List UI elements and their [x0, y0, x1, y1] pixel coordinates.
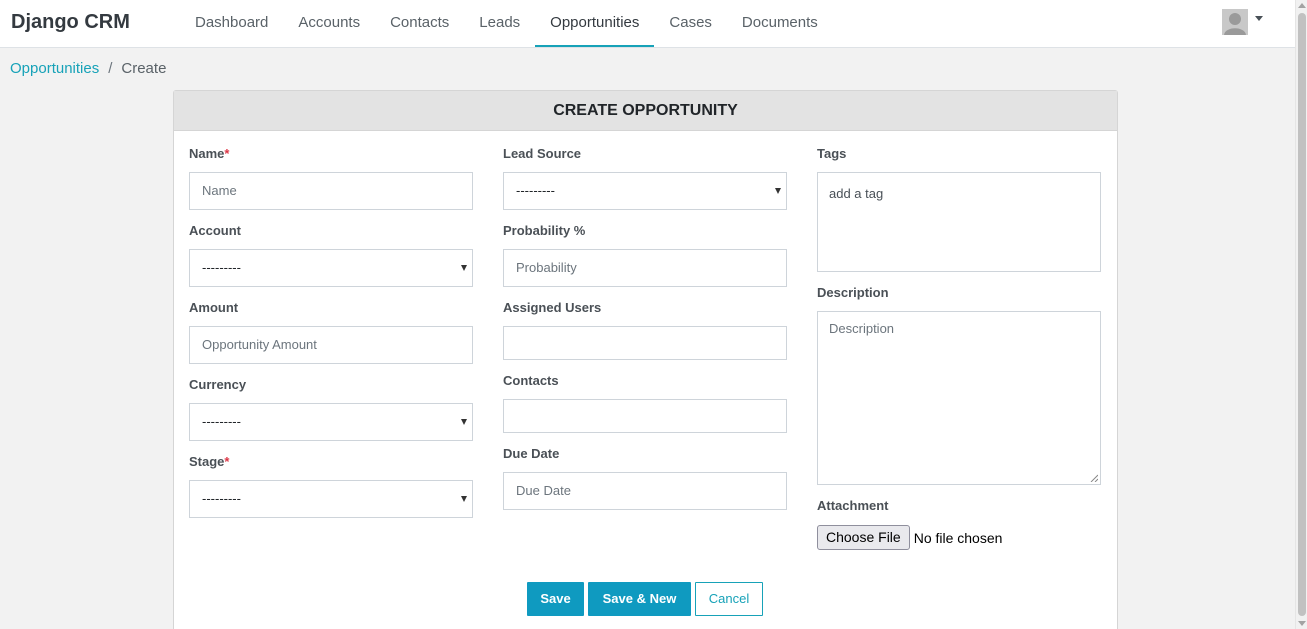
breadcrumb-current: Create — [121, 60, 167, 77]
breadcrumb-separator: / — [108, 60, 113, 77]
assigned-users-input[interactable] — [503, 326, 787, 360]
breadcrumb: Opportunities / Create — [10, 60, 166, 77]
attachment-field: Choose File No file chosen — [817, 525, 1002, 550]
tags-label: Tags — [817, 146, 847, 161]
due-date-input[interactable]: Due Date — [503, 472, 787, 510]
contacts-input[interactable] — [503, 399, 787, 433]
tags-input[interactable]: add a tag — [817, 172, 1101, 272]
user-menu[interactable] — [1222, 9, 1263, 35]
main-nav: Dashboard Accounts Contacts Leads Opport… — [180, 0, 833, 47]
currency-select[interactable]: --------- — [189, 403, 473, 441]
name-label: Name* — [189, 146, 230, 161]
contacts-label: Contacts — [503, 373, 559, 388]
description-label: Description — [817, 285, 889, 300]
probability-label: Probability % — [503, 223, 586, 238]
top-navbar: Django CRM Dashboard Accounts Contacts L… — [0, 0, 1295, 48]
dropdown-arrow-icon — [461, 265, 467, 271]
scroll-thumb[interactable] — [1298, 13, 1306, 616]
due-date-label: Due Date — [503, 446, 560, 461]
nav-leads[interactable]: Leads — [464, 0, 535, 47]
scroll-up-icon[interactable] — [1298, 3, 1306, 8]
dropdown-arrow-icon — [775, 188, 781, 194]
probability-input[interactable]: Probability — [503, 249, 787, 287]
amount-label: Amount — [189, 300, 239, 315]
description-textarea[interactable]: Description — [817, 311, 1101, 485]
brand-logo[interactable]: Django CRM — [11, 11, 130, 34]
dropdown-arrow-icon — [461, 419, 467, 425]
nav-contacts[interactable]: Contacts — [375, 0, 464, 47]
file-status: No file chosen — [913, 529, 1003, 546]
nav-accounts[interactable]: Accounts — [283, 0, 375, 47]
stage-select[interactable]: --------- — [189, 480, 473, 518]
required-mark: * — [224, 454, 230, 469]
nav-cases[interactable]: Cases — [654, 0, 727, 47]
stage-label: Stage* — [189, 454, 230, 469]
lead-source-select[interactable]: --------- — [503, 172, 787, 210]
page-scrollbar[interactable] — [1295, 0, 1307, 629]
required-mark: * — [224, 146, 230, 161]
choose-file-button[interactable]: Choose File — [817, 525, 910, 550]
card-title: CREATE OPPORTUNITY — [174, 91, 1117, 131]
breadcrumb-opportunities[interactable]: Opportunities — [10, 60, 99, 77]
chevron-down-icon — [1255, 15, 1263, 21]
nav-documents[interactable]: Documents — [727, 0, 833, 47]
scroll-down-icon[interactable] — [1298, 621, 1306, 626]
cancel-button[interactable]: Cancel — [695, 582, 763, 616]
amount-input[interactable]: Opportunity Amount — [189, 326, 473, 364]
resize-handle-icon[interactable] — [1090, 474, 1098, 482]
nav-dashboard[interactable]: Dashboard — [180, 0, 283, 47]
create-opportunity-card: CREATE OPPORTUNITY Name* Name Account --… — [173, 90, 1118, 629]
save-and-new-button[interactable]: Save & New — [588, 582, 691, 616]
attachment-label: Attachment — [817, 498, 889, 513]
name-input[interactable]: Name — [189, 172, 473, 210]
account-label: Account — [189, 223, 241, 238]
assigned-users-label: Assigned Users — [503, 300, 602, 315]
lead-source-label: Lead Source — [503, 146, 582, 161]
user-icon — [1222, 9, 1248, 35]
currency-label: Currency — [189, 377, 247, 392]
avatar — [1222, 9, 1248, 35]
dropdown-arrow-icon — [461, 496, 467, 502]
save-button[interactable]: Save — [527, 582, 584, 616]
account-select[interactable]: --------- — [189, 249, 473, 287]
nav-opportunities[interactable]: Opportunities — [535, 0, 655, 47]
